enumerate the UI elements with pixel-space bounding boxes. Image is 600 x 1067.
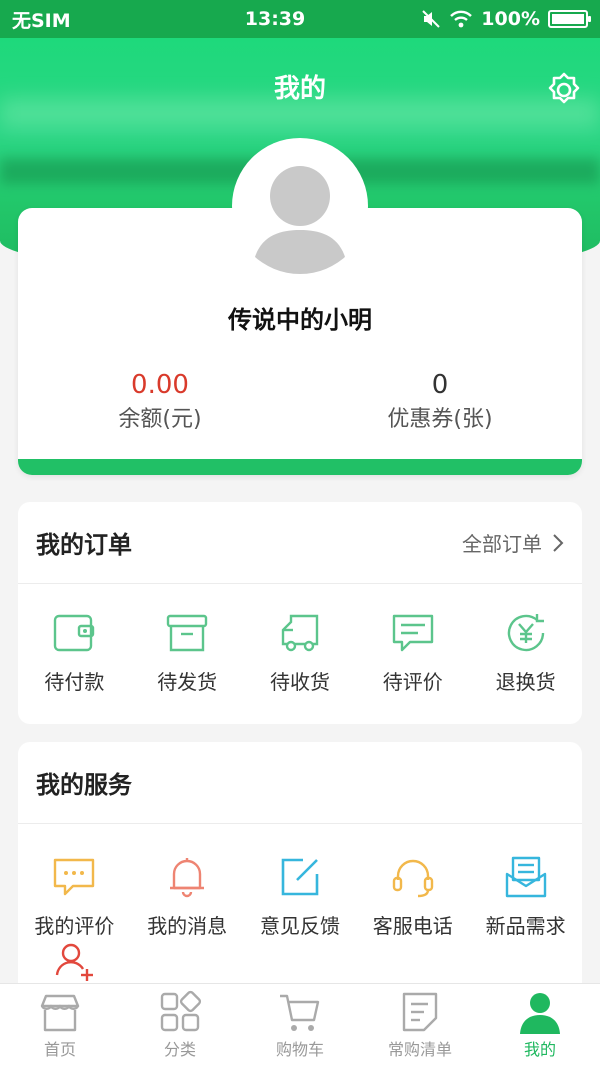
service-customer-hotline[interactable]: 客服电话 [356, 854, 469, 939]
orders-title: 我的订单 [36, 531, 132, 559]
avatar-placeholder-icon [240, 148, 360, 274]
coupon-stat[interactable]: 0 优惠券(张) [340, 366, 540, 436]
coupon-value: 0 [431, 370, 449, 400]
avatar[interactable] [232, 138, 368, 274]
wallet-icon [54, 614, 95, 652]
tab-home-label: 首页 [43, 1040, 76, 1059]
settings-button[interactable] [544, 70, 584, 110]
order-pending-shipment-label: 待发货 [157, 670, 218, 694]
cart-icon [280, 994, 320, 1031]
service-new-product-request[interactable]: 新品需求 [469, 854, 582, 939]
services-grid: 我的评价 我的消息 意见反馈 客服电话 新品需求 [18, 824, 582, 939]
order-pending-shipment[interactable]: 待发货 [131, 610, 244, 695]
edit-icon [281, 858, 319, 896]
tab-home[interactable]: 首页 [0, 984, 120, 1067]
services-row-2 [18, 939, 582, 987]
service-feedback-label: 意见反馈 [259, 914, 340, 938]
tab-category-label: 分类 [163, 1040, 196, 1059]
order-returns[interactable]: 退换货 [469, 610, 582, 695]
mail-icon [505, 856, 546, 898]
coupon-label: 优惠券(张) [387, 407, 493, 432]
bottom-tab-bar: 首页 分类 购物车 常购清单 我的 [0, 983, 600, 1067]
tab-category[interactable]: 分类 [120, 984, 240, 1067]
chat-bubble-icon [54, 858, 95, 896]
order-pending-payment[interactable]: 待付款 [18, 610, 131, 695]
status-bar: 无SIM 13:39 100% [0, 0, 600, 38]
box-icon [166, 614, 208, 652]
mute-icon [422, 10, 441, 28]
order-pending-receipt-label: 待收货 [269, 670, 330, 694]
balance-label: 余额(元) [118, 407, 202, 432]
service-feedback[interactable]: 意见反馈 [244, 854, 357, 939]
all-orders-link[interactable]: 全部订单 [462, 528, 564, 557]
comment-icon [392, 614, 433, 652]
service-customer-hotline-label: 客服电话 [372, 914, 453, 938]
add-user-icon [56, 943, 94, 981]
list-icon [402, 992, 438, 1032]
tab-me[interactable]: 我的 [480, 984, 600, 1067]
battery-icon [548, 10, 591, 28]
user-icon [520, 993, 560, 1034]
service-add-user[interactable] [18, 941, 131, 987]
service-my-messages-label: 我的消息 [147, 914, 228, 938]
services-header: 我的服务 [18, 742, 582, 824]
orders-section: 我的订单 全部订单 待付款 待发货 待收货 待评价 退换货 [18, 502, 582, 724]
headset-icon [392, 859, 433, 898]
my-page-screen: 无SIM 13:39 100% 我的 传说中的小明 0.00 余额(元) 0 优… [0, 0, 600, 1067]
tab-me-label: 我的 [523, 1040, 556, 1059]
service-my-reviews-label: 我的评价 [34, 914, 115, 938]
store-icon [40, 994, 80, 1032]
order-pending-payment-label: 待付款 [44, 670, 105, 694]
carrier-label: 无SIM [12, 9, 71, 32]
user-name: 传说中的小明 [228, 306, 372, 334]
tab-cart[interactable]: 购物车 [240, 984, 360, 1067]
orders-header: 我的订单 全部订单 [18, 502, 582, 584]
balance-value: 0.00 [131, 370, 189, 400]
services-title: 我的服务 [36, 771, 132, 799]
battery-fill [552, 14, 584, 24]
service-new-product-request-label: 新品需求 [485, 914, 566, 938]
order-status-grid: 待付款 待发货 待收货 待评价 退换货 [18, 584, 582, 695]
clock: 13:39 [244, 8, 306, 30]
tab-cart-label: 购物车 [275, 1040, 324, 1059]
refund-icon [507, 614, 544, 652]
order-returns-label: 退换货 [495, 670, 556, 694]
all-orders-label: 全部订单 [462, 532, 542, 556]
order-pending-review[interactable]: 待评价 [356, 610, 469, 695]
balance-stat[interactable]: 0.00 余额(元) [60, 366, 260, 436]
gear-icon [548, 72, 580, 104]
wifi-icon [450, 10, 473, 28]
truck-icon [281, 614, 319, 652]
profile-card-accent [18, 459, 582, 475]
grid-icon [160, 990, 202, 1032]
battery-percent: 100% [481, 8, 540, 30]
page-title: 我的 [273, 74, 326, 104]
tab-frequent-list[interactable]: 常购清单 [360, 984, 480, 1067]
service-my-messages[interactable]: 我的消息 [131, 854, 244, 939]
bell-icon [170, 858, 205, 898]
service-my-reviews[interactable]: 我的评价 [18, 854, 131, 939]
order-pending-review-label: 待评价 [382, 670, 443, 694]
order-pending-receipt[interactable]: 待收货 [244, 610, 357, 695]
status-icons: 100% [418, 8, 591, 30]
tab-frequent-list-label: 常购清单 [387, 1040, 452, 1059]
chevron-right-icon [553, 533, 564, 552]
